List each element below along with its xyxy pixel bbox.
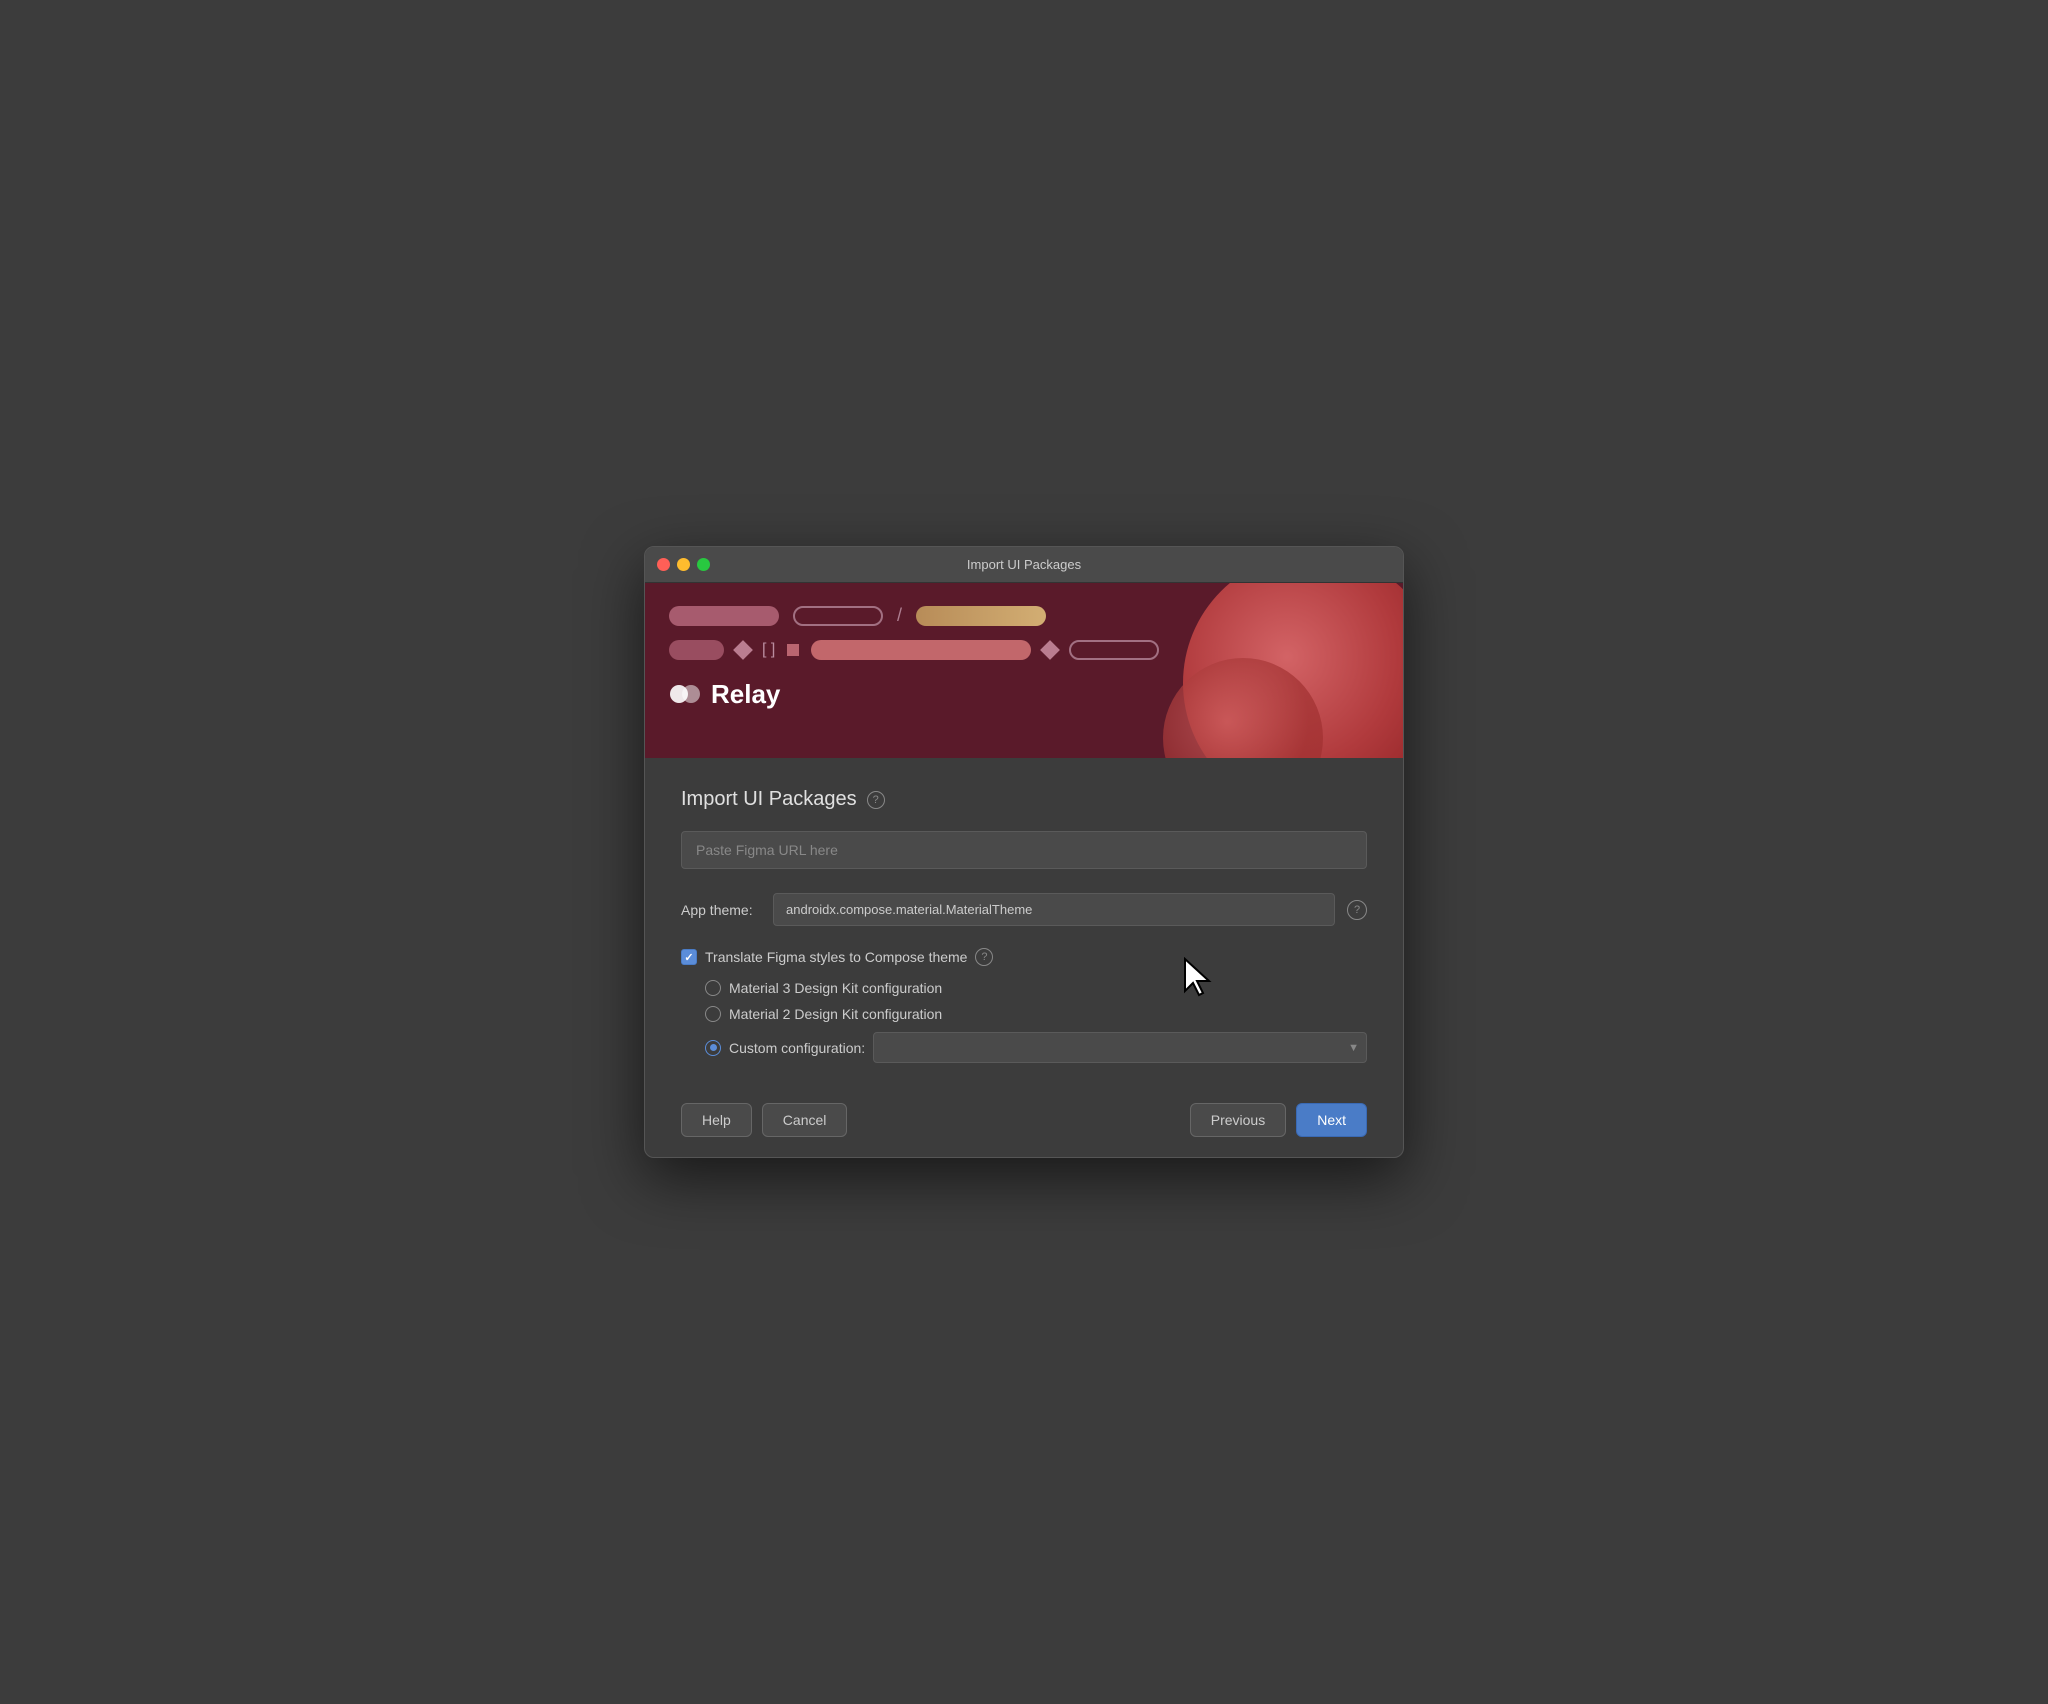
hero-pill-outline2 [1069, 640, 1159, 660]
cancel-button[interactable]: Cancel [762, 1103, 848, 1137]
dialog-window: Import UI Packages / [ ] [644, 546, 1404, 1158]
app-theme-help-icon[interactable]: ? [1347, 900, 1367, 920]
checkbox-check-icon: ✓ [684, 951, 693, 964]
hero-diamond2-icon [1040, 640, 1060, 660]
relay-logo-icon [669, 678, 701, 710]
footer-left-buttons: Help Cancel [681, 1103, 847, 1137]
page-title: Import UI Packages [681, 788, 857, 811]
radio-material3-row: Material 3 Design Kit configuration [705, 980, 1367, 996]
footer-right-buttons: Previous Next [1190, 1103, 1367, 1137]
relay-logo: Relay [669, 678, 1379, 710]
custom-config-row: Custom configuration: ▼ [705, 1032, 1367, 1063]
hero-row2: [ ] [669, 640, 1379, 660]
app-theme-label: App theme: [681, 902, 761, 918]
radio-material3[interactable] [705, 980, 721, 996]
page-title-help-icon[interactable]: ? [867, 791, 885, 809]
radio-custom-label: Custom configuration: [729, 1040, 865, 1056]
hero-brackets-icon: [ ] [762, 641, 775, 659]
radio-material2[interactable] [705, 1006, 721, 1022]
minimize-button[interactable] [677, 558, 690, 571]
page-title-row: Import UI Packages ? [681, 788, 1367, 811]
hero-diamond-icon [733, 640, 753, 660]
radio-custom[interactable] [705, 1040, 721, 1056]
hero-banner: / [ ] Relay [645, 583, 1403, 758]
app-theme-row: App theme: ? [681, 893, 1367, 926]
footer: Help Cancel Previous Next [645, 1087, 1403, 1157]
titlebar: Import UI Packages [645, 547, 1403, 583]
titlebar-buttons [657, 558, 710, 571]
translate-help-icon[interactable]: ? [975, 948, 993, 966]
custom-config-input-wrapper: ▼ [873, 1032, 1367, 1063]
relay-logo-text: Relay [711, 679, 780, 710]
radio-options: Material 3 Design Kit configuration Mate… [681, 980, 1367, 1063]
hero-elements: / [ ] Relay [669, 605, 1379, 710]
hero-slash-icon: / [897, 605, 902, 626]
radio-material2-row: Material 2 Design Kit configuration [705, 1006, 1367, 1022]
maximize-button[interactable] [697, 558, 710, 571]
previous-button[interactable]: Previous [1190, 1103, 1286, 1137]
window-title: Import UI Packages [967, 557, 1081, 572]
hero-pill-gradient [916, 606, 1046, 626]
hero-pill-salmon [811, 640, 1031, 660]
hero-pill-filled [669, 606, 779, 626]
hero-row1: / [669, 605, 1379, 626]
next-button[interactable]: Next [1296, 1103, 1367, 1137]
main-content: Import UI Packages ? App theme: ? ✓ Tran… [645, 758, 1403, 1087]
radio-material2-label: Material 2 Design Kit configuration [729, 1006, 942, 1022]
figma-url-input[interactable] [681, 831, 1367, 869]
translate-checkbox[interactable]: ✓ [681, 949, 697, 965]
close-button[interactable] [657, 558, 670, 571]
hero-pill-small [669, 640, 724, 660]
app-theme-input[interactable] [773, 893, 1335, 926]
hero-square-icon [787, 644, 799, 656]
translate-checkbox-label: Translate Figma styles to Compose theme [705, 949, 967, 965]
custom-config-input[interactable] [873, 1032, 1367, 1063]
hero-pill-outline [793, 606, 883, 626]
translate-checkbox-row: ✓ Translate Figma styles to Compose them… [681, 948, 1367, 966]
radio-material3-label: Material 3 Design Kit configuration [729, 980, 942, 996]
url-input-container [681, 831, 1367, 869]
help-button[interactable]: Help [681, 1103, 752, 1137]
